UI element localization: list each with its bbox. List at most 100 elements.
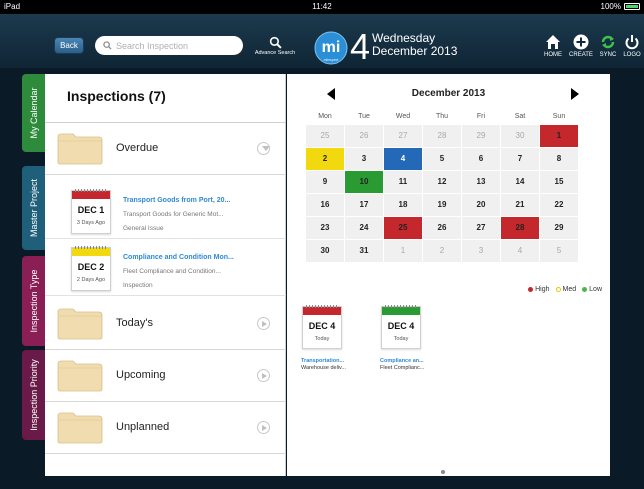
calendar-day[interactable]: 3 [345,148,383,170]
calendar-day[interactable]: 4 [384,148,422,170]
calendar-day[interactable]: 30 [306,240,344,262]
folder-label-upcoming: Upcoming [116,369,166,381]
calendar-day[interactable]: 25 [306,125,344,147]
calendar-panel: December 2013 Mon Tue Wed Thu Fri Sat Su… [287,74,610,476]
calendar-day[interactable]: 1 [384,240,422,262]
calendar-day[interactable]: 29 [540,217,578,239]
legend-low: Low [582,286,602,293]
calendar-day[interactable]: 6 [462,148,500,170]
calendar-day[interactable]: 7 [501,148,539,170]
calendar-date-icon: DEC 4 Today [302,305,342,349]
med-dot-icon [555,286,561,292]
legend-low-label: Low [589,286,602,293]
calendar-day[interactable]: 16 [306,194,344,216]
logout-label: LOGO [623,52,641,58]
legend-med-label: Med [562,286,577,293]
calendar-day[interactable]: 24 [345,217,383,239]
calendar-day[interactable]: 1 [540,125,578,147]
logout-button[interactable]: LOGO [620,34,644,58]
calendar-day[interactable]: 26 [345,125,383,147]
calendar-day[interactable]: 2 [423,240,461,262]
sync-button[interactable]: SYNC [594,34,622,58]
month-title: December 2013 [411,88,486,99]
event-ago: Today [314,336,330,342]
back-button[interactable]: Back [54,37,84,54]
next-month-button[interactable] [571,88,579,100]
folder-label-unplanned: Unplanned [116,421,170,433]
inspection-item[interactable]: DEC 2 2 Days Ago Compliance and Conditio… [45,243,286,296]
calendar-day[interactable]: 8 [540,148,578,170]
calendar-day[interactable]: 12 [423,171,461,193]
tab-my-calendar[interactable]: My Calendar [22,74,45,152]
tab-inspection-type[interactable]: Inspection Type [22,256,45,346]
calendar-day[interactable]: 2 [306,148,344,170]
folder-label-overdue: Overdue [116,142,159,154]
calendar-day[interactable]: 3 [462,240,500,262]
tab-master-project[interactable]: Master Project [22,166,45,250]
calendar-day[interactable]: 21 [501,194,539,216]
chevron-right-icon[interactable] [257,369,270,382]
calendar-week: 23 24 25 26 27 28 29 [306,217,608,239]
search-input[interactable] [116,40,236,51]
calendar-day[interactable]: 10 [345,171,383,193]
search-box[interactable] [95,36,243,55]
folder-icon [57,412,103,444]
priority-band [72,191,110,199]
create-button[interactable]: CREATE [567,34,595,58]
calendar-day[interactable]: 31 [345,240,383,262]
calendar-day[interactable]: 17 [345,194,383,216]
chevron-right-icon[interactable] [257,421,270,434]
item-title: Transport Goods from Port, 20... [123,197,231,204]
home-button[interactable]: HOME [539,34,567,58]
panel-title: Inspections (7) [67,88,166,104]
priority-band [382,307,420,315]
calendar-day[interactable]: 5 [423,148,461,170]
chevron-down-icon[interactable] [257,142,270,155]
calendar-day[interactable]: 22 [540,194,578,216]
calendar-day[interactable]: 20 [462,194,500,216]
advance-search-button[interactable]: Advance Search [250,36,300,56]
calendar-day[interactable]: 28 [423,125,461,147]
folder-todays[interactable]: Today's [45,298,286,350]
calendar-day[interactable]: 14 [501,171,539,193]
legend-med: Med [555,286,577,293]
calendar-day[interactable]: 23 [306,217,344,239]
calendar-day[interactable]: 30 [501,125,539,147]
calendar-day[interactable]: 25 [384,217,422,239]
folder-label-todays: Today's [116,317,153,329]
calendar-day[interactable]: 4 [501,240,539,262]
date-month: December 2013 [372,44,458,58]
folder-upcoming[interactable]: Upcoming [45,350,286,402]
inspection-item[interactable]: DEC 1 3 Days Ago Transport Goods from Po… [45,186,286,239]
priority-band [303,307,341,315]
calendar-day[interactable]: 13 [462,171,500,193]
item-date: DEC 2 [77,262,105,272]
create-label: CREATE [569,52,593,58]
calendar-day[interactable]: 15 [540,171,578,193]
folder-overdue[interactable]: Overdue [45,123,286,175]
sync-label: SYNC [599,52,617,58]
calendar-day[interactable]: 19 [423,194,461,216]
battery-status: 100% [601,2,640,11]
binder-rings [75,246,107,249]
calendar-day[interactable]: 27 [384,125,422,147]
calendar-day[interactable]: 18 [384,194,422,216]
item-subtitle: Transport Goods for Generic Mot... [123,211,224,218]
calendar-day[interactable]: 27 [462,217,500,239]
calendar-day[interactable]: 11 [384,171,422,193]
calendar-day[interactable]: 5 [540,240,578,262]
calendar-day[interactable]: 28 [501,217,539,239]
tab-inspection-priority[interactable]: Inspection Priority [22,350,45,440]
tab-master-project-label: Master Project [28,178,39,238]
folder-unplanned[interactable]: Unplanned [45,402,286,454]
chevron-right-icon[interactable] [257,317,270,330]
calendar-day[interactable]: 29 [462,125,500,147]
event-subtitle: Fleet Complianc... [380,365,425,371]
status-bar: iPad 11:42 100% [0,0,644,14]
calendar-day[interactable]: 26 [423,217,461,239]
home-label: HOME [544,52,562,58]
folder-icon [57,360,103,392]
calendar-week: 25 26 27 28 29 30 1 [306,125,608,147]
priority-legend: High Med Low [528,286,602,293]
calendar-day[interactable]: 9 [306,171,344,193]
